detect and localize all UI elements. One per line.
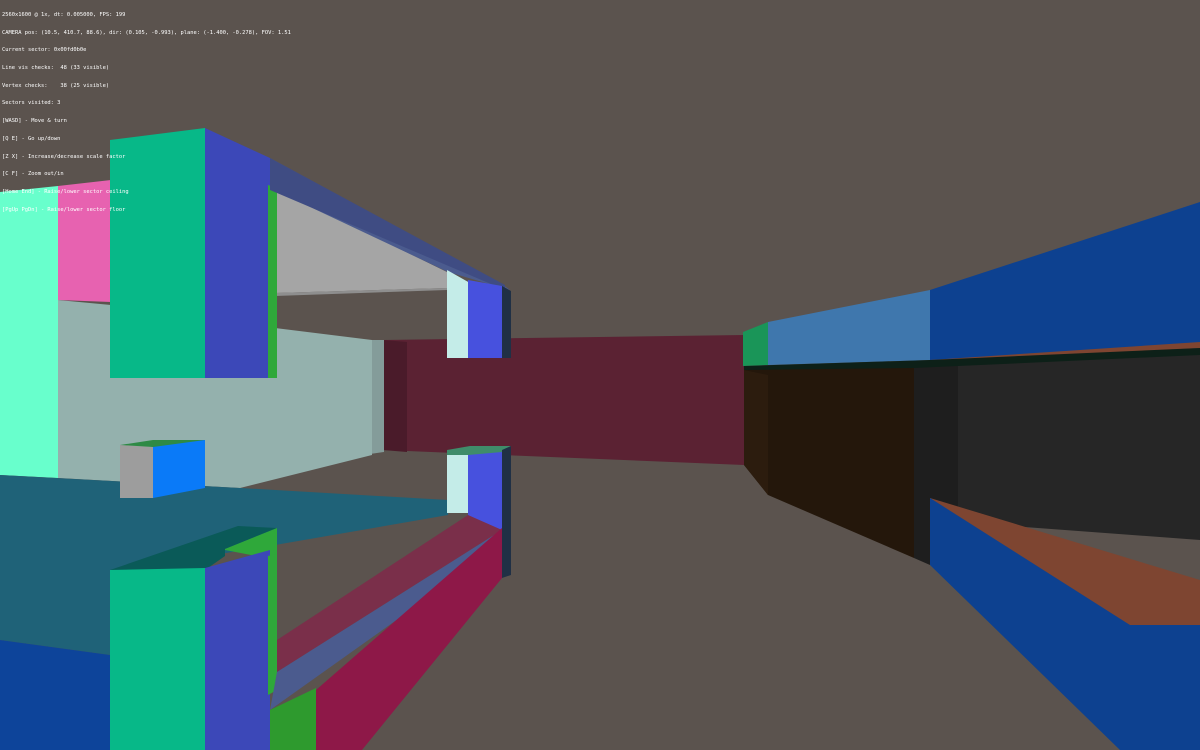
mint-wall xyxy=(0,186,58,478)
small-box-gray xyxy=(120,445,153,498)
window-lower-light xyxy=(447,455,470,513)
pillar-bottom-side xyxy=(205,550,270,750)
debug-hud: 2560x1600 @ 1x, dt: 0.005000, FPS: 199 C… xyxy=(2,1,291,225)
hud-help-updown: [Q E] - Go up/down xyxy=(2,135,61,142)
hud-help-ceiling: [Home End] - Raise/lower sector ceiling xyxy=(2,189,129,195)
window-upper-blue xyxy=(468,280,502,358)
back-wall-left-side xyxy=(383,340,407,452)
window-upper-light xyxy=(447,270,470,358)
hud-resolution-line: 2560x1600 @ 1x, dt: 0.005000, FPS: 199 xyxy=(2,11,126,18)
hud-help-scale: [Z X] - Increase/decrease scale factor xyxy=(2,153,126,160)
hud-help-move: [WASD] - Move & turn xyxy=(2,118,67,125)
hud-help-floor: [PgUp PgDn] - Raise/lower sector floor xyxy=(2,206,126,213)
window-lower-edge xyxy=(502,446,511,578)
hud-camera-line: CAMERA pos: (10.5, 410.7, 88.6), dir: (0… xyxy=(2,29,291,36)
small-box-blue xyxy=(153,440,205,498)
hud-line-checks: Line vis checks: 48 (33 visible) xyxy=(2,64,110,71)
back-wall xyxy=(383,335,744,465)
blue-floor-left xyxy=(0,640,110,750)
back-wall-sliver xyxy=(370,340,384,454)
hud-sectors-visited: Sectors visited: 3 xyxy=(2,100,61,107)
hud-sector-line: Current sector: 0x00fd0b0e xyxy=(2,47,87,54)
pillar-bottom-front xyxy=(110,568,205,750)
game-viewport[interactable]: 2560x1600 @ 1x, dt: 0.005000, FPS: 199 C… xyxy=(0,0,1200,750)
window-upper-edge xyxy=(502,286,511,358)
pillar-bottom-green-strip xyxy=(268,554,277,695)
hud-vertex-checks: Vertex checks: 38 (25 visible) xyxy=(2,82,110,89)
right-dark-gray xyxy=(958,355,1200,540)
hud-help-zoom: [C F] - Zoom out/in xyxy=(2,171,64,178)
